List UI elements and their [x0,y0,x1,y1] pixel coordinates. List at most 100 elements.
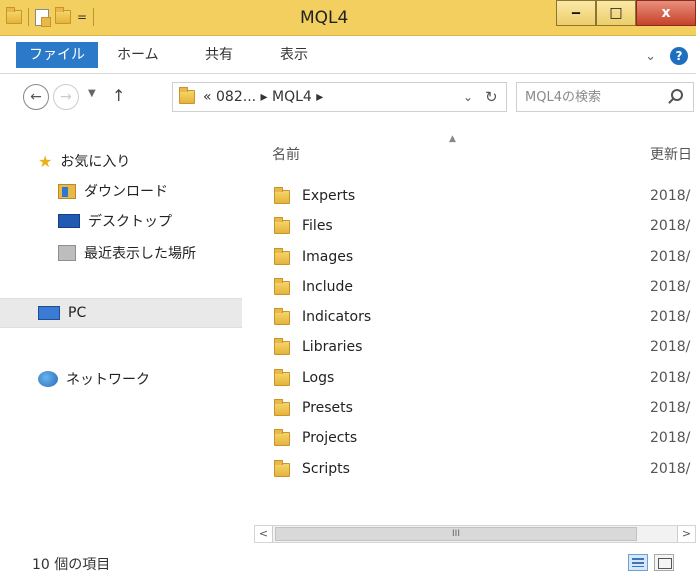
file-name: Projects [302,430,358,447]
list-item[interactable]: Images 2018/ [242,243,696,273]
desktop-icon [58,214,80,228]
back-button[interactable]: ← [23,84,49,110]
folder-icon [274,247,290,265]
minimize-button[interactable]: ‒ [556,0,596,26]
tab-file[interactable]: ファイル [16,42,98,68]
refresh-icon[interactable]: ↻ [485,88,498,106]
arrow-right-icon: → [60,89,72,105]
pc-icon [38,306,60,320]
tab-view[interactable]: 表示 [280,42,308,68]
list-item[interactable]: Logs 2018/ [242,364,696,394]
search-icon[interactable] [671,89,683,101]
tab-share[interactable]: 共有 [205,42,233,68]
quick-access-toolbar: = [6,7,95,27]
divider [93,8,95,26]
address-dropdown-icon[interactable]: ⌄ [463,90,473,104]
folder-icon [274,399,290,417]
details-view-button[interactable] [628,554,648,571]
title-bar: = MQL4 ‒ □ x [0,0,696,36]
folder-icon [274,187,290,204]
file-name: Presets [302,400,353,417]
large-icons-view-button[interactable] [654,554,674,571]
file-list: Experts 2018/ Files 2018/ Images 2018/ I… [242,182,696,485]
navigation-pane: ★ お気に入り ダウンロード デスクトップ 最近表示した場所 PC ネットワーク [0,120,242,548]
column-header-date[interactable]: 更新日 [650,144,692,164]
folder-icon [274,429,290,447]
file-name: Files [302,218,333,235]
recent-locations-dropdown[interactable]: ▼ [88,88,96,99]
address-path[interactable]: « 082... ▸ MQL4 ▸ [203,89,323,105]
scroll-left-button[interactable]: < [255,526,273,542]
folder-icon [274,368,290,386]
scroll-thumb[interactable]: III [275,527,637,541]
file-name: Indicators [302,309,372,326]
expand-ribbon-button[interactable]: ⌄ [645,49,656,64]
file-date: 2018/ [650,430,691,447]
folder-icon [274,277,290,295]
file-date: 2018/ [650,309,691,326]
forward-button[interactable]: → [53,84,79,110]
list-item[interactable]: Libraries 2018/ [242,333,696,363]
ribbon-tabs: ファイル ホーム 共有 表示 ⌄ ? [0,36,696,74]
address-row: ← → ▼ ↑ « 082... ▸ MQL4 ▸ ⌄ ↻ [0,74,696,120]
list-item[interactable]: Indicators 2018/ [242,303,696,333]
nav-item-favorites[interactable]: ★ お気に入り [0,146,242,176]
folder-icon [274,217,290,235]
file-date: 2018/ [650,339,691,356]
list-item[interactable]: Experts 2018/ [242,182,696,212]
sort-ascending-icon: ▲ [449,134,456,144]
close-button[interactable]: x [636,0,696,26]
up-button[interactable]: ↑ [112,86,125,105]
nav-item-label: ネットワーク [66,372,150,388]
search-input[interactable] [525,88,655,106]
nav-item-label: ダウンロード [84,184,168,200]
address-bar[interactable]: « 082... ▸ MQL4 ▸ ⌄ ↻ [172,82,507,112]
file-date: 2018/ [650,218,691,235]
column-header-name[interactable]: 名前 [272,144,300,164]
file-date: 2018/ [650,278,691,295]
list-item[interactable]: Include 2018/ [242,273,696,303]
nav-item-pc[interactable]: PC [0,298,242,328]
folder-icon [274,459,290,477]
nav-item-desktop[interactable]: デスクトップ [0,206,242,236]
properties-icon[interactable] [35,8,51,27]
file-date: 2018/ [650,248,691,265]
list-item[interactable]: Projects 2018/ [242,424,696,454]
file-date: 2018/ [650,460,691,477]
nav-item-downloads[interactable]: ダウンロード [0,176,242,206]
scroll-right-button[interactable]: > [677,526,695,542]
list-item[interactable]: Files 2018/ [242,212,696,242]
new-folder-icon[interactable] [55,7,71,24]
folder-icon [6,7,22,24]
network-icon [38,371,58,387]
maximize-button[interactable]: □ [596,0,636,26]
folder-icon [274,338,290,356]
tab-home[interactable]: ホーム [117,42,159,68]
nav-item-label: PC [68,305,87,321]
help-icon[interactable]: ? [670,47,688,65]
file-name: Experts [302,188,356,204]
file-date: 2018/ [650,188,691,204]
file-name: Include [302,278,353,295]
downloads-folder-icon [58,183,76,199]
folder-icon [179,87,195,104]
column-header: ▲ 名前 更新日 [242,120,696,163]
quick-access-dropdown[interactable]: = [77,10,87,24]
file-name: Logs [302,369,335,386]
window-controls: ‒ □ x [556,0,696,26]
status-bar: 10 個の項目 [0,548,696,577]
horizontal-scrollbar[interactable]: < III > [254,525,696,543]
file-name: Scripts [302,460,350,477]
nav-item-network[interactable]: ネットワーク [0,364,242,394]
file-name: Images [302,248,354,265]
list-item[interactable]: Presets 2018/ [242,394,696,424]
list-item[interactable]: Scripts 2018/ [242,455,696,485]
search-box[interactable] [516,82,694,112]
divider [28,8,29,26]
file-date: 2018/ [650,400,691,417]
file-date: 2018/ [650,369,691,386]
nav-item-recent-places[interactable]: 最近表示した場所 [0,238,242,268]
folder-icon [274,308,290,326]
arrow-left-icon: ← [30,89,42,105]
nav-item-label: デスクトップ [88,214,172,230]
